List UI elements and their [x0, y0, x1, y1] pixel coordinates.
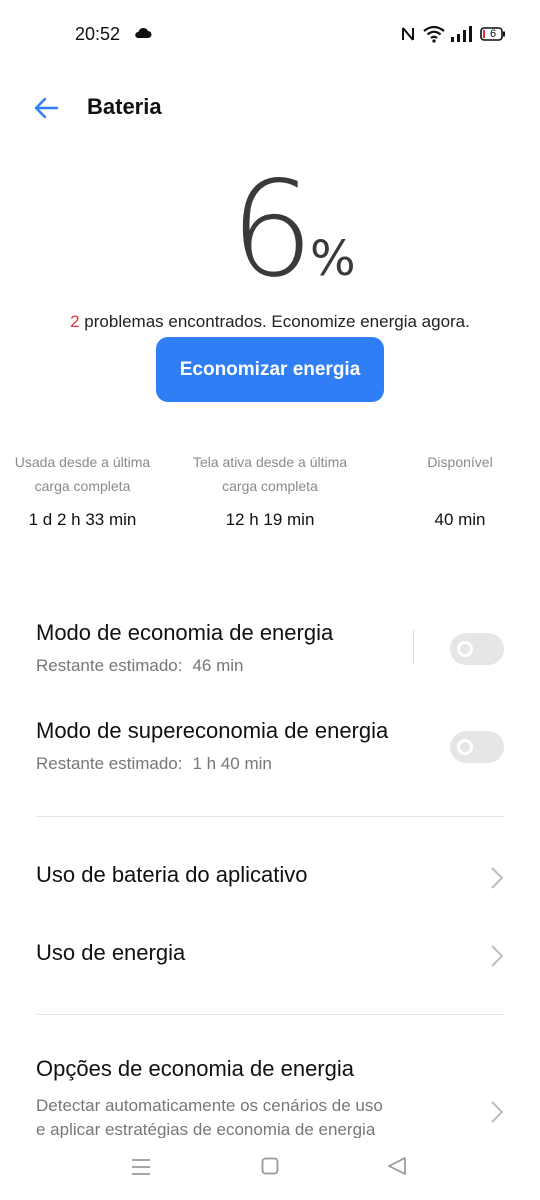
description-line1: Detectar automaticamente os cenários de … — [36, 1096, 383, 1115]
description-line2: e aplicar estratégias de economia de ene… — [36, 1120, 376, 1138]
home-square-icon[interactable] — [261, 1157, 279, 1175]
row-title: Uso de bateria do aplicativo — [36, 862, 308, 887]
stat-label-line1: Usada desde a última — [14, 454, 151, 470]
power-saving-mode-row[interactable]: Modo de economia de energia Restante est… — [36, 620, 504, 676]
page-title: Bateria — [87, 94, 162, 119]
status-time: 20:52 — [75, 24, 121, 44]
vertical-divider — [413, 630, 414, 664]
stat-label-line2: carga completa — [222, 478, 318, 494]
battery-percentage: 6 % — [0, 153, 540, 307]
chevron-right-icon — [491, 1101, 504, 1123]
row-title: Modo de economia de energia — [36, 620, 334, 645]
row-subtitle: Restante estimado: 46 min — [36, 656, 504, 676]
toggle-knob — [457, 739, 473, 755]
super-power-saving-mode-row[interactable]: Modo de supereconomia de energia Restant… — [36, 718, 504, 774]
save-energy-button[interactable]: Economizar energia — [156, 337, 384, 402]
stat-label-line1: Disponível — [427, 454, 493, 470]
cloud-icon — [135, 27, 152, 38]
estimated-value: 1 h 40 min — [192, 754, 272, 773]
problems-count: 2 — [70, 312, 80, 331]
status-bar: 20:52 6 — [0, 0, 540, 68]
stat-label-line1: Tela ativa desde a última — [192, 454, 348, 470]
estimated-value: 46 min — [192, 656, 244, 675]
row-title: Modo de supereconomia de energia — [36, 718, 389, 743]
row-subtitle: Restante estimado: 1 h 40 min — [36, 754, 504, 774]
stat-value: 1 d 2 h 33 min — [28, 510, 137, 529]
section-divider — [36, 816, 504, 817]
stat-label-line2 — [400, 474, 520, 498]
stat-available: Disponível 40 min — [400, 450, 520, 530]
chevron-right-icon — [491, 867, 504, 889]
wifi-icon — [423, 25, 445, 43]
navigation-bar — [0, 1138, 540, 1200]
chevron-right-icon — [491, 945, 504, 967]
power-usage-row[interactable]: Uso de energia — [36, 940, 504, 974]
toggle-knob — [457, 641, 473, 657]
battery-percent-value: 6 — [230, 153, 314, 307]
signal-icon — [451, 26, 472, 42]
power-saving-toggle[interactable] — [450, 633, 504, 665]
stat-used-since-charge: Usada desde a última carga completa 1 d … — [0, 450, 165, 530]
menu-icon[interactable] — [131, 1158, 151, 1176]
stat-label-line2: carga completa — [34, 478, 131, 494]
estimated-label: Restante estimado: — [36, 754, 183, 773]
app-battery-usage-row[interactable]: Uso de bateria do aplicativo — [36, 862, 504, 896]
battery-level-text: 6 — [489, 28, 497, 40]
row-title: Opções de economia de energia — [36, 1056, 354, 1081]
arrow-left-icon[interactable] — [31, 93, 63, 123]
battery-percent-sign: % — [310, 231, 356, 287]
back-triangle-icon[interactable] — [386, 1156, 408, 1176]
row-description: Detectar automaticamente os cenários de … — [36, 1094, 464, 1138]
stat-value: 12 h 19 min — [225, 510, 315, 529]
estimated-label: Restante estimado: — [36, 656, 183, 675]
stat-value: 40 min — [434, 510, 486, 529]
row-title: Uso de energia — [36, 940, 186, 965]
nfc-icon — [402, 27, 414, 41]
stat-screen-on-since-charge: Tela ativa desde a última carga completa… — [180, 450, 360, 530]
problems-message: 2 problemas encontrados. Economize energ… — [0, 312, 540, 332]
super-power-saving-toggle[interactable] — [450, 731, 504, 763]
power-saving-options-row[interactable]: Opções de economia de energia Detectar a… — [36, 1056, 504, 1138]
section-divider — [36, 1014, 504, 1015]
problems-text: problemas encontrados. Economize energia… — [79, 312, 470, 331]
